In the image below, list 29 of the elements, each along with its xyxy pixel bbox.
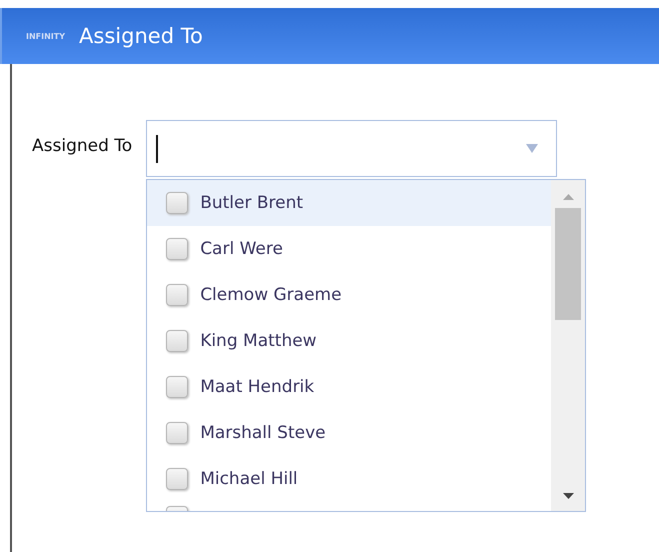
logo: INFINITY [26, 32, 66, 40]
list-option[interactable]: Marshall Steve [147, 410, 552, 456]
list-option[interactable]: Butler Brent [147, 180, 552, 226]
option-label: Butler Brent [200, 193, 304, 213]
option-label: Marshall Steve [200, 423, 326, 443]
list-option[interactable]: King Matthew [147, 318, 552, 364]
list-option[interactable]: Clemow Graeme [147, 272, 552, 318]
scrollbar[interactable] [551, 180, 586, 511]
option-label: Michael Hill [200, 469, 298, 489]
list-option[interactable]: Michael Hill [147, 456, 552, 502]
checkbox[interactable] [166, 284, 188, 306]
checkbox[interactable] [166, 238, 188, 260]
field-label: Assigned To [32, 136, 132, 156]
option-label: Maat Hendrik [200, 377, 314, 397]
dropdown-arrow-icon[interactable] [526, 144, 538, 153]
checkbox[interactable] [166, 330, 188, 352]
option-label: King Matthew [200, 331, 317, 351]
option-label: Carl Were [200, 239, 283, 259]
checkbox[interactable] [166, 192, 188, 214]
list-option[interactable]: Carl Were [147, 226, 552, 272]
window-title: Assigned To [79, 24, 203, 48]
checkbox[interactable] [166, 422, 188, 444]
checkbox[interactable] [166, 376, 188, 398]
checkbox[interactable] [166, 468, 188, 490]
scroll-down-icon[interactable] [562, 493, 574, 499]
assigned-to-combobox[interactable] [146, 120, 558, 177]
list-option[interactable]: Maat Hendrik [147, 364, 552, 410]
scroll-up-icon[interactable] [562, 194, 574, 200]
option-label: Clemow Graeme [200, 285, 342, 305]
